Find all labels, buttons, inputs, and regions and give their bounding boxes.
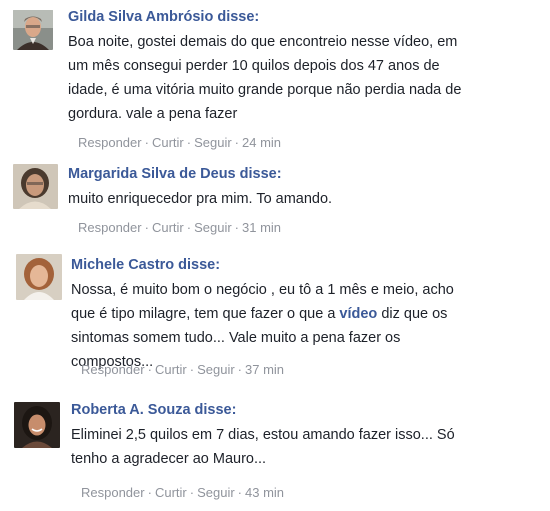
like-link[interactable]: Curtir [155, 485, 187, 500]
comment-author-link[interactable]: Michele Castro disse: [71, 256, 481, 274]
man-portrait-icon [13, 10, 53, 50]
woman-portrait-icon [14, 402, 60, 448]
user-avatar-icon[interactable] [13, 164, 58, 209]
reply-link[interactable]: Responder [78, 135, 142, 150]
comment-timestamp: 37 min [245, 362, 285, 377]
comment-item: Gilda Silva Ambrósio disse: Boa noite, g… [0, 0, 550, 160]
comment-item: Margarida Silva de Deus disse: muito enr… [0, 160, 550, 246]
separator-dot: · [147, 362, 152, 377]
separator-dot: · [237, 362, 242, 377]
comment-actions: Responder · Curtir · Seguir · 37 min [81, 362, 284, 378]
separator-dot: · [144, 220, 149, 235]
like-link[interactable]: Curtir [152, 135, 184, 150]
comment-text: Eliminei 2,5 quilos em 7 dias, estou ama… [71, 427, 455, 467]
comment-actions: Responder · Curtir · Seguir · 24 min [78, 135, 281, 151]
separator-dot: · [189, 485, 195, 500]
follow-link[interactable]: Seguir [194, 220, 232, 235]
like-link[interactable]: Curtir [155, 362, 187, 377]
comment-text: muito enriquecedor pra mim. To amando. [68, 191, 333, 207]
comment-author-link[interactable]: Gilda Silva Ambrósio disse: [68, 8, 478, 26]
comment-actions: Responder · Curtir · Seguir · 43 min [81, 485, 284, 501]
comment-timestamp: 31 min [242, 220, 282, 235]
comment-item: Roberta A. Souza disse: Eliminei 2,5 qui… [0, 392, 550, 511]
follow-link[interactable]: Seguir [197, 362, 235, 377]
comment-timestamp: 43 min [245, 485, 285, 500]
follow-link[interactable]: Seguir [194, 135, 232, 150]
user-avatar-icon[interactable] [14, 402, 60, 448]
reply-link[interactable]: Responder [78, 220, 142, 235]
comment-text: Boa noite, gostei demais do que encontre… [68, 34, 462, 122]
separator-dot: · [186, 220, 192, 235]
separator-dot: · [234, 135, 239, 150]
separator-dot: · [237, 485, 242, 500]
comment-item: Michele Castro disse: Nossa, é muito bom… [0, 246, 550, 392]
video-link[interactable]: vídeo [339, 306, 377, 322]
user-avatar-icon[interactable] [16, 254, 62, 300]
user-avatar-icon[interactable] [13, 10, 53, 50]
comment-actions: Responder · Curtir · Seguir · 31 min [78, 220, 281, 236]
comment-author-link[interactable]: Roberta A. Souza disse: [71, 401, 491, 419]
separator-dot: · [147, 485, 152, 500]
comment-author-link[interactable]: Margarida Silva de Deus disse: [68, 165, 498, 183]
reply-link[interactable]: Responder [81, 485, 145, 500]
reply-link[interactable]: Responder [81, 362, 145, 377]
woman-portrait-icon [16, 254, 62, 300]
separator-dot: · [186, 135, 192, 150]
like-link[interactable]: Curtir [152, 220, 184, 235]
comment-text: Nossa, é muito bom o negócio , eu tô a 1… [71, 278, 481, 374]
separator-dot: · [189, 362, 195, 377]
separator-dot: · [144, 135, 149, 150]
comment-timestamp: 24 min [242, 135, 282, 150]
follow-link[interactable]: Seguir [197, 485, 235, 500]
woman-portrait-icon [13, 164, 58, 209]
separator-dot: · [234, 220, 239, 235]
